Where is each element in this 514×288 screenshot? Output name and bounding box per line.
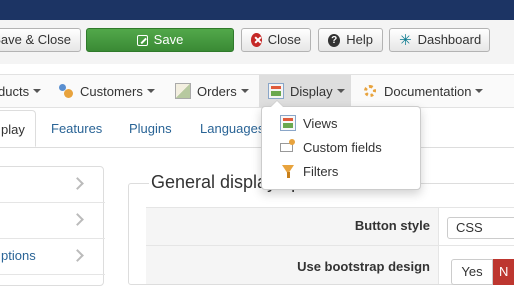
chevron-down-icon [240,89,249,93]
dropdown-item-label: Custom fields [303,139,382,155]
menu-documentation-label: Documentation [384,83,472,99]
button-style-select[interactable]: CSS [447,217,514,239]
menu-products[interactable]: ducts [0,75,42,107]
documentation-icon [362,83,378,99]
chevron-down-icon [146,89,155,93]
question-icon: ? [328,33,341,47]
filters-icon [280,163,296,179]
help-button[interactable]: ? Help [318,28,383,52]
top-banner [0,0,514,20]
save-close-label: Save & Close [0,32,71,47]
tab-plugins[interactable]: Plugins [129,110,172,147]
bootstrap-design-label: Use bootstrap design [297,259,430,274]
dropdown-item-custom-fields[interactable]: Custom fields [262,135,420,159]
chevron-right-icon [71,249,84,262]
menu-documentation[interactable]: Documentation [362,75,484,107]
save-button[interactable]: Save [86,28,234,52]
sidebar-item[interactable] [0,167,105,203]
dashboard-icon: ✳ [399,31,412,49]
menu-display-label: Display [290,83,333,99]
sidebar-item-options[interactable]: ptions [0,239,105,275]
chevron-down-icon [475,89,484,93]
orders-icon [175,83,191,99]
tab-features[interactable]: Features [51,110,102,147]
bootstrap-yes-button[interactable]: Yes [451,259,493,285]
customers-icon [58,83,74,99]
chevron-right-icon [71,177,84,190]
dropdown-item-views[interactable]: Views [262,111,420,135]
close-button[interactable]: Close [241,28,311,52]
help-label: Help [346,32,373,47]
custom-fields-icon [280,139,296,155]
dropdown-item-label: Filters [303,163,339,179]
save-label: Save [153,32,184,47]
views-icon [280,115,296,131]
dashboard-button[interactable]: ✳ Dashboard [389,28,490,52]
tab-display[interactable]: play [0,110,36,147]
dashboard-label: Dashboard [417,32,482,47]
menu-customers-label: Customers [80,83,143,99]
display-dropdown-menu: Views Custom fields Filters [261,100,421,190]
chevron-down-icon [336,89,345,93]
button-style-row: Button style CSS [146,207,514,246]
button-style-cell: CSS [438,208,514,246]
menu-products-label: ducts [0,83,30,99]
bootstrap-no-button[interactable]: N [493,259,514,285]
menu-orders[interactable]: Orders [175,75,249,107]
display-icon [268,83,284,99]
config-tabs: play Features Plugins Languages [0,110,514,148]
sidebar-item[interactable] [0,203,105,239]
bootstrap-design-row: Use bootstrap design Yes N [146,245,514,285]
main-menu: ducts Customers Orders Display Documenta… [0,74,514,108]
edit-icon [136,34,148,46]
close-icon [251,33,262,47]
toolbar: Save & Close Save Close ? Help ✳ Dashboa… [0,20,514,64]
close-label: Close [267,32,301,47]
dropdown-item-label: Views [303,115,338,131]
save-close-button[interactable]: Save & Close [0,28,81,52]
menu-orders-label: Orders [197,83,237,99]
menu-customers[interactable]: Customers [58,75,155,107]
sidebar-item-label: ptions [1,248,36,263]
bootstrap-design-cell: Yes N [438,246,514,285]
button-style-label: Button style [354,218,430,233]
chevron-down-icon [33,89,42,93]
dropdown-item-filters[interactable]: Filters [262,159,420,183]
chevron-right-icon [71,213,84,226]
tab-languages[interactable]: Languages [200,110,264,147]
sidebar-nav: ptions [0,166,105,286]
